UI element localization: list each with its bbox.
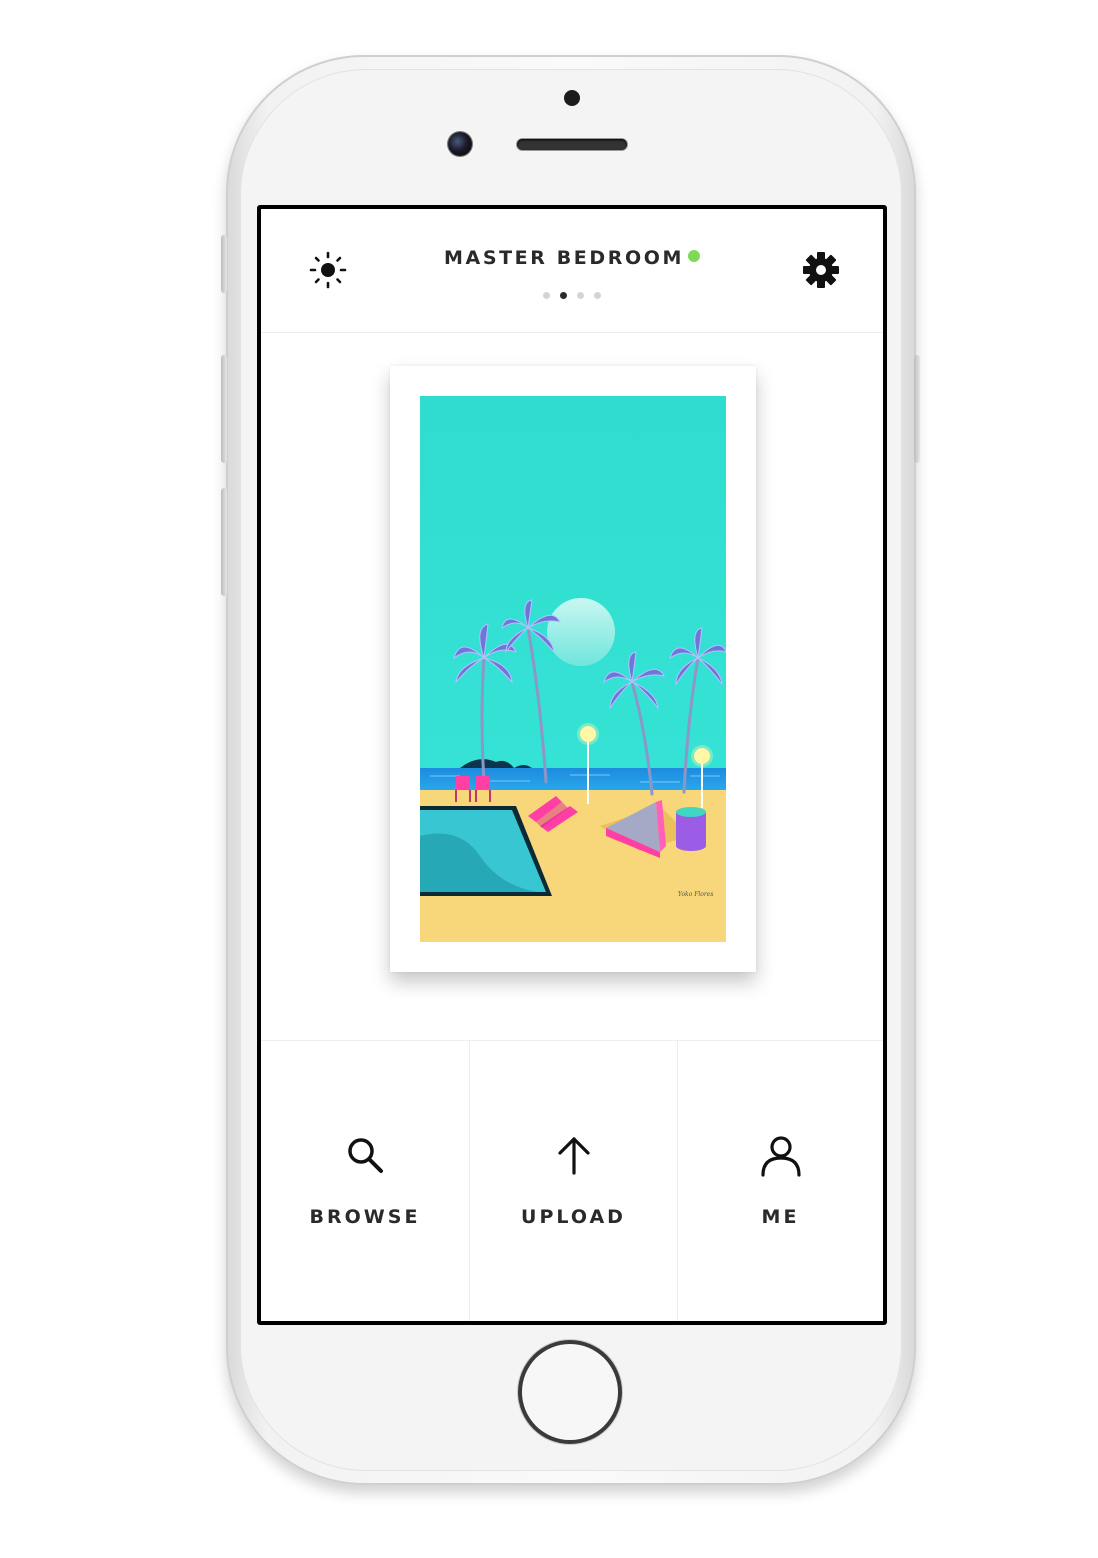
page-dot[interactable]	[577, 292, 584, 299]
mute-switch	[221, 235, 227, 293]
page-dot-active[interactable]	[560, 292, 567, 299]
me-label: ME	[761, 1206, 800, 1228]
bottom-nav: BROWSE UPLOAD ME	[261, 1040, 883, 1321]
top-bar: MASTER BEDROOM	[261, 209, 883, 333]
gear-icon[interactable]	[801, 250, 841, 290]
upload-tab[interactable]: UPLOAD	[470, 1041, 678, 1321]
app-screen: MASTER BEDROOM Yoko Flores BROWSE UPLOAD…	[257, 205, 887, 1325]
artwork-image: Yoko Flores	[420, 396, 726, 942]
artwork-signature: Yoko Flores	[678, 891, 713, 898]
page-dot[interactable]	[543, 292, 550, 299]
home-button[interactable]	[518, 1340, 622, 1444]
me-tab[interactable]: ME	[678, 1041, 883, 1321]
device-mockup: MASTER BEDROOM Yoko Flores BROWSE UPLOAD…	[0, 0, 1098, 1558]
power-button	[914, 355, 920, 463]
browse-tab[interactable]: BROWSE	[261, 1041, 470, 1321]
browse-label: BROWSE	[309, 1206, 421, 1228]
volume-up-button	[221, 355, 227, 463]
person-icon	[760, 1136, 801, 1177]
page-indicator	[543, 284, 611, 299]
room-title[interactable]: MASTER BEDROOM	[444, 247, 684, 269]
arrow-up-icon	[557, 1137, 590, 1175]
front-camera	[448, 132, 472, 156]
artwork-frame[interactable]: Yoko Flores	[390, 366, 756, 972]
upload-label: UPLOAD	[521, 1206, 626, 1228]
page-dot[interactable]	[594, 292, 601, 299]
connection-status-dot	[687, 250, 700, 262]
earpiece-speaker	[517, 139, 627, 150]
room-title-wrap: MASTER BEDROOM	[261, 247, 883, 269]
proximity-sensor	[564, 90, 580, 106]
search-icon	[348, 1138, 383, 1173]
volume-down-button	[221, 488, 227, 596]
